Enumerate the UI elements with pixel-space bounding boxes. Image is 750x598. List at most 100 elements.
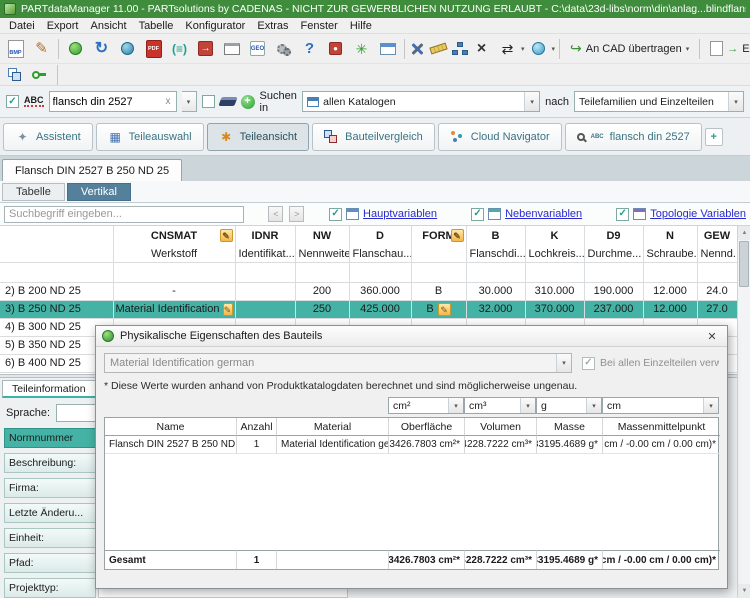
tab-tabelle[interactable]: Tabelle (2, 183, 65, 201)
hauptvariablen-checkbox[interactable]: ✓ (329, 208, 342, 221)
add-search-icon[interactable]: + (241, 95, 255, 109)
globe-dropdown-icon[interactable]: ▾ (552, 45, 556, 53)
filter-input[interactable] (4, 206, 244, 223)
tab-search-result[interactable]: ABC flansch din 2527 (565, 123, 702, 151)
globe-icon[interactable] (526, 37, 551, 61)
table-row-b200[interactable]: 2) B 200 ND 25 - 200 360.000 B 30.000 31… (0, 282, 737, 300)
menu-tabelle[interactable]: Tabelle (133, 20, 180, 32)
column-header-nw[interactable]: NW (295, 226, 349, 246)
table-cell[interactable]: 12.000 (643, 282, 697, 300)
table-cell-form[interactable]: B✎ (411, 300, 466, 318)
tab-bauteilvergleich[interactable]: Bauteilvergleich (312, 123, 435, 151)
table-cell[interactable]: B (411, 282, 466, 300)
menu-hilfe[interactable]: Hilfe (344, 20, 378, 32)
edit-pen-icon[interactable]: ✎ (29, 37, 54, 61)
column-header-gew[interactable]: GEW (697, 226, 737, 246)
row-label[interactable]: 2) B 200 ND 25 (0, 282, 113, 300)
generate-icon[interactable]: (≡) (167, 37, 192, 61)
table-cell[interactable]: 250 (295, 300, 349, 318)
filter-cell[interactable] (349, 262, 411, 282)
key-icon[interactable] (29, 66, 49, 84)
tab-teileinformation[interactable]: Teileinformation (2, 380, 96, 398)
table-cell[interactable]: 360.000 (349, 282, 411, 300)
dropdown-arrow-icon[interactable]: ▾ (524, 92, 539, 111)
table-cell[interactable]: 190.000 (584, 282, 643, 300)
tab-cloud-navigator[interactable]: Cloud Navigator (438, 123, 562, 151)
scope-select[interactable]: Teilefamilien und Einzelteilen ▾ (574, 91, 744, 112)
filter-cell[interactable] (643, 262, 697, 282)
text-search-checkbox[interactable]: ✓ (6, 95, 19, 108)
presentation-icon[interactable] (219, 37, 244, 61)
menu-datei[interactable]: Datei (3, 20, 41, 32)
pdf-export-icon[interactable]: PDF (141, 37, 166, 61)
column-header-k[interactable]: K (525, 226, 584, 246)
help-icon[interactable]: ? (297, 37, 322, 61)
table-view-icon[interactable] (375, 37, 400, 61)
dropdown-arrow-icon[interactable]: ▾ (448, 398, 463, 413)
nebenvariablen-checkbox[interactable]: ✓ (471, 208, 484, 221)
column-header-d9[interactable]: D9 (584, 226, 643, 246)
column-header-form[interactable]: FORM✎ (411, 226, 466, 246)
settings-gears-icon[interactable] (271, 37, 296, 61)
clear-search-icon[interactable]: x (164, 96, 173, 107)
column-header-b[interactable]: B (466, 226, 525, 246)
eraser-icon[interactable] (218, 97, 237, 106)
table-cell[interactable]: 24.0 (697, 282, 737, 300)
hauptvariablen-link[interactable]: Hauptvariablen (363, 208, 437, 220)
filter-cell[interactable] (295, 262, 349, 282)
green-asterisk-icon[interactable]: ✳ (349, 37, 374, 61)
edit-column-icon[interactable]: ✎ (220, 229, 233, 242)
plugin-red-icon[interactable]: ● (323, 37, 348, 61)
dropdown-arrow-icon[interactable]: ▾ (728, 92, 743, 111)
swap-arrows-icon[interactable]: ⇄ (495, 37, 520, 61)
status-green-icon[interactable] (63, 37, 88, 61)
table-row-b250-selected[interactable]: 3) B 250 ND 25 Material Identification g… (0, 300, 737, 318)
volume-unit-select[interactable]: cm³▾ (464, 397, 536, 414)
scrollbar-thumb[interactable] (739, 241, 749, 287)
column-header-cnsmat[interactable]: CNSMAT✎ (113, 226, 235, 246)
scroll-up-icon[interactable]: ▲ (738, 226, 750, 240)
filter-cell[interactable] (235, 262, 295, 282)
length-unit-select[interactable]: cm▾ (602, 397, 719, 414)
geo-icon[interactable]: GEO (245, 37, 270, 61)
add-tab-button[interactable]: + (705, 128, 723, 146)
table-cell[interactable] (235, 300, 295, 318)
export-date-button[interactable]: → Export in Date (704, 37, 750, 61)
edit-column-icon[interactable]: ✎ (451, 229, 464, 242)
surface-unit-select[interactable]: cm²▾ (388, 397, 464, 414)
edit-cell-icon[interactable]: ✎ (438, 303, 451, 316)
menu-konfigurator[interactable]: Konfigurator (179, 20, 251, 32)
dropdown-arrow-icon[interactable]: ▾ (703, 398, 718, 413)
filter-cell[interactable] (113, 262, 235, 282)
column-header-idnr[interactable]: IDNR (235, 226, 295, 246)
filter-cell[interactable] (525, 262, 584, 282)
dialog-titlebar[interactable]: Physikalische Eigenschaften des Bauteils… (96, 326, 727, 347)
table-cell[interactable]: 370.000 (525, 300, 584, 318)
nebenvariablen-link[interactable]: Nebenvariablen (505, 208, 582, 220)
export-bmp-icon[interactable]: BMP (3, 37, 28, 61)
dropdown-arrow-icon[interactable]: ▾ (586, 398, 601, 413)
table-cell[interactable]: 27.0 (697, 300, 737, 318)
row-label[interactable]: 3) B 250 ND 25 (0, 300, 113, 318)
close-icon[interactable]: ✕ (703, 328, 721, 344)
next-button[interactable]: > (289, 206, 304, 222)
dropdown-arrow-icon[interactable]: ▾ (520, 398, 535, 413)
filter-cell[interactable] (584, 262, 643, 282)
column-header-n[interactable]: N (643, 226, 697, 246)
table-cell[interactable]: 310.000 (525, 282, 584, 300)
hierarchy-icon[interactable] (452, 42, 468, 56)
column-header-d[interactable]: D (349, 226, 411, 246)
tab-vertikal[interactable]: Vertikal (67, 183, 131, 201)
edit-cell-icon[interactable]: ✎ (223, 303, 233, 316)
tools-icon[interactable] (409, 41, 425, 57)
filter-cell[interactable] (0, 262, 113, 282)
properties-data-row[interactable]: Flansch DIN 2527 B 250 ND 25 1 Material … (105, 436, 718, 454)
mass-unit-select[interactable]: g▾ (536, 397, 602, 414)
layers-icon[interactable] (4, 66, 24, 84)
prev-button[interactable]: < (268, 206, 283, 222)
topologie-link[interactable]: Topologie Variablen (650, 208, 746, 220)
delete-x-icon[interactable]: × (469, 37, 494, 61)
tab-teileauswahl[interactable]: ▦ Teileauswahl (96, 123, 204, 151)
filter-cell[interactable] (411, 262, 466, 282)
table-cell[interactable]: 12.000 (643, 300, 697, 318)
